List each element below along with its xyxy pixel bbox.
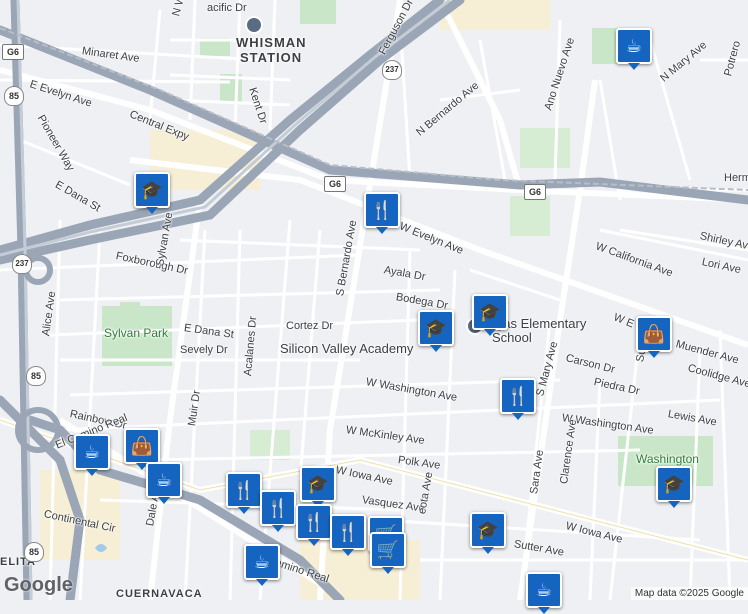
school-icon: 🎓	[424, 317, 448, 339]
restaurant-icon: 🍴	[336, 521, 360, 543]
route-shield-237: 237	[12, 254, 32, 274]
marker-school-icon[interactable]: 🎓	[300, 466, 336, 508]
restaurant-icon: 🍴	[302, 511, 326, 533]
marker-school-icon[interactable]: 🎓	[472, 294, 508, 336]
route-shield-237: 237	[382, 60, 402, 80]
school-icon: 🎓	[662, 473, 686, 495]
restaurant-icon: 🍴	[266, 497, 290, 519]
restaurant-icon: 🍴	[506, 385, 530, 407]
marker-restaurant-icon[interactable]: 🍴	[364, 192, 400, 234]
marker-coffee-icon[interactable]: ☕	[526, 572, 562, 614]
route-shield-g6: G6	[524, 184, 546, 200]
marker-school-icon[interactable]: 🎓	[656, 466, 692, 508]
marker-shopping-bag-icon[interactable]: 👜	[124, 428, 160, 470]
place-label-vargas-elementary[interactable]: gas Elementary	[496, 316, 586, 331]
park-area	[300, 0, 336, 24]
place-label-vargas-elementary-2[interactable]: School	[492, 330, 532, 345]
station-label-whisman-2: STATION	[240, 50, 303, 65]
route-shield-85: 85	[4, 86, 24, 106]
street-label-sevely-dr: Sevely Dr	[180, 344, 228, 356]
map-attribution[interactable]: Map data ©2025 Google	[630, 587, 748, 600]
route-shield-85: 85	[24, 542, 44, 562]
street-label-pacific-dr: acific Dr	[207, 2, 247, 14]
route-shield-85: 85	[26, 366, 46, 386]
restaurant-icon: 🍴	[232, 479, 256, 501]
map-canvas[interactable]	[0, 0, 748, 600]
coffee-icon: ☕	[155, 469, 173, 491]
street-label-herm: Herm	[724, 172, 748, 184]
park-label-sylvan-park: Sylvan Park	[104, 326, 169, 340]
marker-school-icon[interactable]: 🎓	[470, 512, 506, 554]
park-label-washington: Washington	[636, 452, 699, 466]
coffee-icon: ☕	[535, 579, 553, 601]
marker-coffee-icon[interactable]: ☕	[244, 544, 280, 586]
route-shield-g6: G6	[2, 44, 24, 60]
marker-restaurant-icon[interactable]: 🍴	[226, 472, 262, 514]
marker-shopping-cart-icon[interactable]: 🛒	[370, 532, 406, 574]
marker-coffee-icon[interactable]: ☕	[146, 462, 182, 504]
restaurant-icon: 🍴	[370, 199, 394, 221]
park-area	[120, 302, 140, 318]
park-area	[520, 128, 570, 168]
marker-coffee-icon[interactable]: ☕	[616, 28, 652, 70]
marker-school-icon[interactable]: 🎓	[418, 310, 454, 352]
school-icon: 🎓	[476, 519, 500, 541]
coffee-icon: ☕	[625, 35, 643, 57]
marker-restaurant-icon[interactable]: 🍴	[500, 378, 536, 420]
shopping-cart-icon: 🛒	[376, 539, 400, 561]
station-label-whisman: WHISMAN	[236, 35, 307, 50]
marker-shopping-bag-icon[interactable]: 👜	[636, 316, 672, 358]
street-label-cortez-dr: Cortez Dr	[286, 320, 334, 332]
marker-restaurant-icon[interactable]: 🍴	[260, 490, 296, 532]
coffee-icon: ☕	[83, 441, 101, 463]
marker-restaurant-icon[interactable]: 🍴	[296, 504, 332, 546]
park-area	[510, 196, 550, 236]
school-icon: 🎓	[306, 473, 330, 495]
marker-coffee-icon[interactable]: ☕	[74, 434, 110, 476]
school-icon: 🎓	[140, 179, 164, 201]
coffee-icon: ☕	[253, 551, 271, 573]
school-icon: 🎓	[478, 301, 502, 323]
marker-restaurant-icon[interactable]: 🍴	[330, 514, 366, 556]
train-station-icon[interactable]	[245, 16, 263, 34]
route-shield-g6: G6	[324, 176, 346, 192]
place-label-silicon-valley-academy[interactable]: Silicon Valley Academy	[280, 341, 413, 356]
area-label-cuernavaca: CUERNAVACA	[116, 588, 203, 600]
shopping-bag-icon: 👜	[642, 323, 666, 345]
marker-school-icon[interactable]: 🎓	[134, 172, 170, 214]
google-logo: Google	[4, 574, 73, 596]
shopping-bag-icon: 👜	[130, 435, 154, 457]
